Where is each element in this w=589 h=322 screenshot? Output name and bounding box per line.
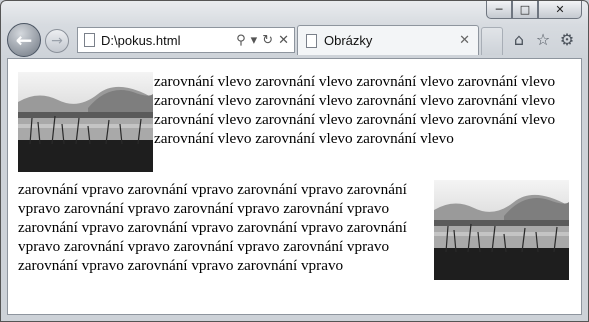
left-paragraph-text: zarovnání vlevo zarovnání vlevo zarovnán…: [154, 73, 556, 147]
maximize-button[interactable]: □: [512, 1, 538, 19]
address-bar[interactable]: D:\pokus.html ⚲ ▾ ↻ ✕: [77, 27, 295, 53]
tab-title: Obrázky: [324, 33, 373, 48]
landscape-image-left: [18, 72, 153, 172]
navigation-bar: ← → D:\pokus.html ⚲ ▾ ↻ ✕ Obrázky ✕ ⌂ ☆ …: [7, 21, 582, 57]
home-icon[interactable]: ⌂: [510, 30, 528, 49]
forward-arrow-icon[interactable]: →: [45, 29, 69, 53]
toolbar-icons: ⌂ ☆ ⚙: [510, 30, 576, 49]
window-caption-buttons: ─ □ ✕: [486, 1, 582, 19]
refresh-icon[interactable]: ↻: [262, 33, 273, 48]
stop-icon[interactable]: ✕: [278, 33, 289, 48]
page-icon: [306, 33, 317, 48]
browser-window: ─ □ ✕ ← → D:\pokus.html ⚲ ▾ ↻ ✕ Obrázky …: [0, 0, 589, 322]
star-icon[interactable]: ☆: [534, 30, 552, 49]
dropdown-arrow-icon[interactable]: ▾: [251, 33, 258, 48]
right-aligned-paragraph: zarovnání vpravo zarovnání vpravo zarovn…: [18, 180, 569, 280]
close-tab-icon[interactable]: ✕: [459, 33, 470, 48]
new-tab-button[interactable]: [481, 27, 503, 55]
left-aligned-paragraph: zarovnání vlevo zarovnání vlevo zarovnán…: [18, 72, 575, 172]
back-arrow-icon[interactable]: ←: [7, 23, 41, 57]
close-window-button[interactable]: ✕: [538, 1, 582, 19]
minimize-button[interactable]: ─: [486, 1, 512, 19]
right-paragraph-text: zarovnání vpravo zarovnání vpravo zarovn…: [18, 181, 407, 274]
address-url[interactable]: D:\pokus.html: [101, 33, 236, 48]
gear-icon[interactable]: ⚙: [558, 30, 576, 49]
page-content: zarovnání vlevo zarovnání vlevo zarovnán…: [7, 58, 582, 315]
page-icon: [84, 33, 95, 47]
search-icon[interactable]: ⚲: [236, 33, 246, 48]
landscape-image-right: [434, 180, 569, 280]
tab-obrazky[interactable]: Obrázky ✕: [297, 25, 479, 55]
